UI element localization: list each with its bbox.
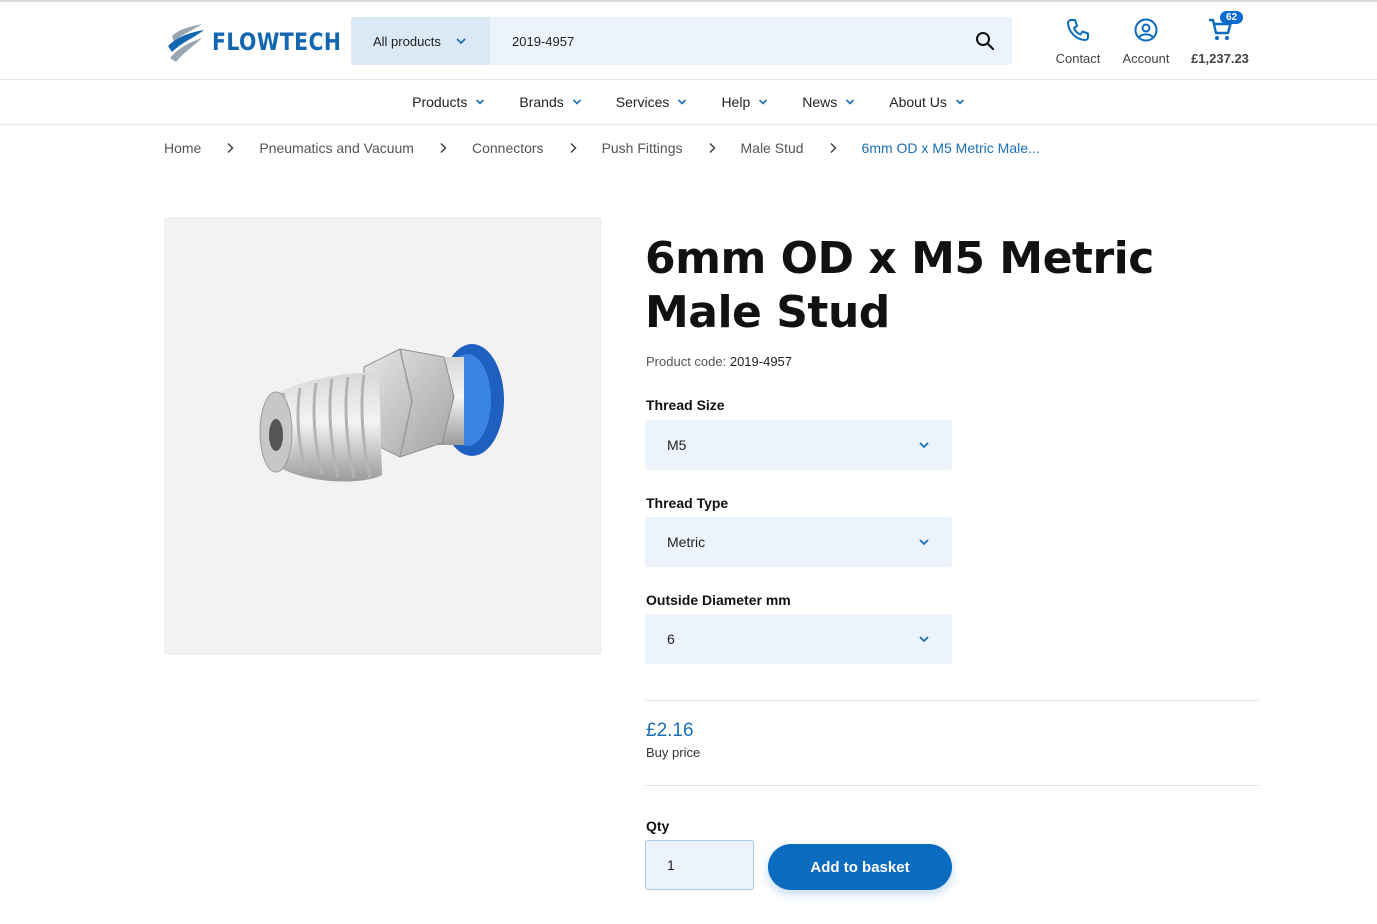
outside-diameter-select[interactable]: 6 [645,614,952,664]
chevron-down-icon [759,99,768,105]
search-input[interactable] [490,17,958,65]
nav-news[interactable]: News [802,94,855,110]
logo-mark-icon [168,24,204,62]
nav-help[interactable]: Help [721,94,768,110]
thread-type-label: Thread Type [646,495,729,511]
search-icon [976,32,995,51]
chevron-right-icon [227,142,234,154]
outside-diameter-label: Outside Diameter mm [646,592,791,608]
cart-total: £1,237.23 [1191,51,1249,66]
chevron-right-icon [570,142,577,154]
nav-services[interactable]: Services [616,94,688,110]
qty-input[interactable] [645,840,754,890]
nav-label: Services [615,94,670,110]
nav-label: News [802,94,838,110]
account-icon [1134,18,1158,42]
divider [645,785,1259,786]
thread-size-label: Thread Size [646,397,725,413]
chevron-right-icon [830,142,837,154]
product-price: £2.16 [646,720,694,741]
nav-label: Brands [519,94,564,110]
account-label: Account [1122,51,1170,66]
contact-link[interactable]: Contact [1052,17,1104,66]
add-to-basket-button[interactable]: Add to basket [768,844,952,890]
product-code-label: Product code: [646,354,727,369]
price-label: Buy price [646,745,701,760]
chevron-down-icon [846,99,855,105]
logo[interactable]: FLOWTECH [164,20,364,64]
nav-label: About Us [889,94,947,110]
chevron-right-icon [440,142,447,154]
breadcrumb-item[interactable]: Pneumatics and Vacuum [259,140,414,156]
chevron-right-icon [708,142,716,154]
qty-label: Qty [646,818,670,834]
thread-size-select[interactable]: M5 [645,420,952,470]
thread-type-value: Metric [667,534,706,550]
site-header: FLOWTECH All products Contact Account 62… [0,3,1377,80]
chevron-down-icon [476,99,485,105]
search-button[interactable] [958,17,1012,65]
thread-type-select[interactable]: Metric [645,517,952,567]
chevron-down-icon [678,99,687,105]
breadcrumb-item[interactable]: Connectors [472,140,544,156]
chevron-down-icon [955,99,964,105]
nav-label: Help [721,94,751,110]
divider [645,700,1259,701]
cart-count-badge: 62 [1220,11,1244,24]
logo-text: FLOWTECH [212,28,342,56]
search-category-label: All products [373,33,441,49]
top-border [0,0,1377,2]
product-code: Product code: 2019-4957 [646,354,792,369]
product-image[interactable] [164,217,602,655]
product-title: 6mm OD x M5 Metric Male Stud [645,233,1154,338]
chevron-down-icon [919,442,929,449]
nav-label: Products [412,94,468,110]
breadcrumb-item[interactable]: Push Fittings [602,140,683,156]
nav-brands[interactable]: Brands [519,94,581,110]
nav-products[interactable]: Products [412,94,485,110]
contact-label: Contact [1055,51,1101,66]
breadcrumb-item[interactable]: Male Stud [741,140,804,156]
thread-size-value: M5 [667,437,687,453]
chevron-down-icon [919,539,929,546]
phone-icon [1067,19,1089,41]
search-bar: All products [351,17,1012,65]
outside-diameter-value: 6 [667,631,675,647]
cart-link[interactable]: 62 £1,237.23 [1188,11,1252,66]
push-fitting-illustration [259,344,504,482]
breadcrumb-item[interactable]: Home [164,140,201,156]
chevron-down-icon [572,99,581,105]
account-link[interactable]: Account [1118,17,1174,66]
nav-about-us[interactable]: About Us [889,94,965,110]
search-category-dropdown[interactable]: All products [351,17,490,65]
chevron-down-icon [456,38,466,45]
main-nav: Products Brands Services Help News About… [0,80,1377,125]
product-code-value: 2019-4957 [729,354,793,369]
breadcrumb: Home Pneumatics and Vacuum Connectors Pu… [164,140,1040,156]
chevron-down-icon [919,636,929,643]
breadcrumb-current[interactable]: 6mm OD x M5 Metric Male... [862,140,1040,156]
